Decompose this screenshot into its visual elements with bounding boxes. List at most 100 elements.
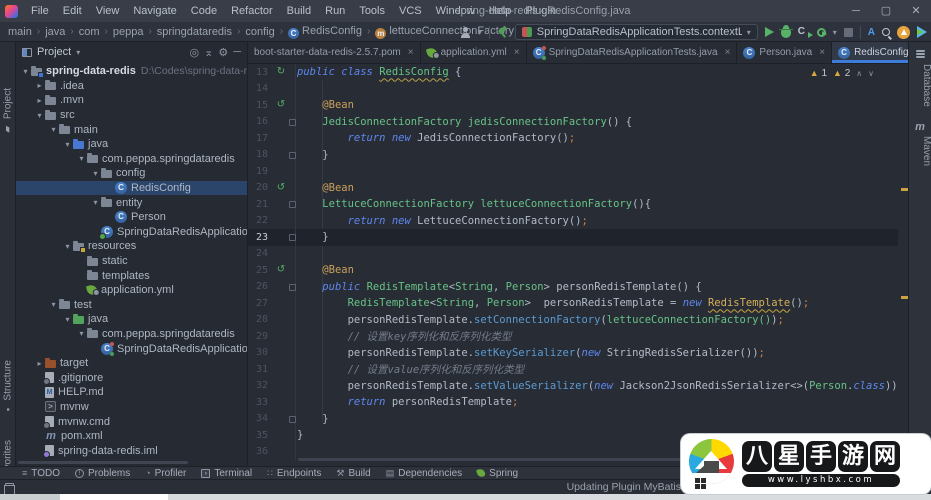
- code-line-19[interactable]: 19: [248, 163, 898, 180]
- code-line-23[interactable]: 23 }: [248, 229, 898, 246]
- fold-marker-icon[interactable]: [288, 279, 296, 296]
- stop-button[interactable]: [844, 28, 853, 37]
- tree-item-main[interactable]: ▾main: [16, 122, 247, 137]
- menu-build[interactable]: Build: [280, 5, 318, 17]
- code-line-17[interactable]: 17 return new JedisConnectionFactory();: [248, 130, 898, 147]
- breadcrumb-springdataredis[interactable]: springdataredis: [157, 26, 232, 38]
- tab-close-icon[interactable]: ×: [819, 47, 825, 58]
- toolwindow-toggle-icon[interactable]: [5, 483, 14, 491]
- menu-vcs[interactable]: VCS: [392, 5, 429, 17]
- tree-item-templates[interactable]: templates: [16, 268, 247, 283]
- run-button[interactable]: [765, 27, 774, 37]
- code-line-29[interactable]: 29 // 设置key序列化和反序列化类型: [248, 328, 898, 345]
- chevron-down-icon[interactable]: ▾: [34, 111, 45, 120]
- tree-item-mvn[interactable]: ▸.mvn: [16, 93, 247, 108]
- chevron-down-icon[interactable]: ▾: [90, 169, 101, 178]
- locate-file-icon[interactable]: ◎: [190, 46, 200, 59]
- menu-view[interactable]: View: [89, 5, 127, 17]
- coverage-button[interactable]: C: [798, 26, 810, 38]
- chevron-down-icon[interactable]: ▾: [62, 242, 73, 251]
- toolwindow-profiler[interactable]: ◔Profiler: [145, 468, 186, 479]
- toolwindow-build[interactable]: ⚒Build: [336, 468, 370, 479]
- tree-item-resources[interactable]: ▾resources: [16, 239, 247, 254]
- code-line-18[interactable]: 18 }: [248, 147, 898, 164]
- collapse-all-icon[interactable]: ⌅: [204, 46, 213, 59]
- tab-redisconfig-java[interactable]: CRedisConfig.java×: [832, 42, 908, 63]
- project-view-chevron-icon[interactable]: ▾: [76, 48, 80, 57]
- code-line-28[interactable]: 28 personRedisTemplate.setConnectionFact…: [248, 312, 898, 329]
- update-notification-icon[interactable]: [897, 26, 910, 39]
- close-button[interactable]: ✕: [901, 0, 931, 22]
- user-icon[interactable]: [460, 27, 471, 38]
- tree-item-person[interactable]: CPerson: [16, 210, 247, 225]
- toolwindow-terminal[interactable]: ›Terminal: [201, 468, 252, 479]
- tool-stripe-project[interactable]: ▰ Project: [0, 88, 16, 133]
- chevron-down-icon[interactable]: ▾: [20, 67, 31, 76]
- profiler-button[interactable]: [817, 28, 826, 37]
- toolwindow-spring[interactable]: Spring: [477, 468, 518, 479]
- tree-item-idea[interactable]: ▸.idea: [16, 79, 247, 94]
- menu-code[interactable]: Code: [184, 5, 224, 17]
- fold-marker-icon[interactable]: [288, 196, 296, 213]
- tree-item-application-yml[interactable]: application.yml: [16, 283, 247, 298]
- code-line-20[interactable]: 20↺ @Bean: [248, 180, 898, 197]
- tree-item-java[interactable]: ▾java: [16, 312, 247, 327]
- tree-item-redisconfig[interactable]: CRedisConfig: [16, 181, 247, 196]
- warning-stripe-mark[interactable]: [901, 296, 908, 299]
- warning-stripe-mark[interactable]: [901, 188, 908, 191]
- tree-item-gitignore[interactable]: .gitignore: [16, 370, 247, 385]
- tree-item-java[interactable]: ▾java: [16, 137, 247, 152]
- code-line-14[interactable]: 14: [248, 81, 898, 98]
- bean-gutter-icon[interactable]: ↺: [274, 100, 288, 110]
- tree-item-static[interactable]: static: [16, 254, 247, 269]
- tree-item-spring-data-redis-iml[interactable]: spring-data-redis.iml: [16, 443, 247, 458]
- code-line-13[interactable]: 13↻public class RedisConfig {: [248, 64, 898, 81]
- menu-navigate[interactable]: Navigate: [126, 5, 183, 17]
- tree-item-test[interactable]: ▾test: [16, 298, 247, 313]
- maximize-button[interactable]: ▢: [871, 0, 901, 22]
- build-hammer-icon[interactable]: [497, 27, 508, 38]
- tab-boot-starter-data-redis-2-5-7-pom[interactable]: boot-starter-data-redis-2.5.7.pom×: [248, 42, 421, 63]
- fold-marker-icon[interactable]: [288, 147, 296, 164]
- code-line-31[interactable]: 31 // 设置value序列化和反序列化类型: [248, 361, 898, 378]
- tree-item-com-peppa-springdataredis[interactable]: ▾com.peppa.springdataredis: [16, 327, 247, 342]
- tree-item-mvnw[interactable]: >mvnw: [16, 400, 247, 415]
- debug-button[interactable]: [781, 27, 791, 38]
- project-panel-title[interactable]: Project: [37, 46, 71, 58]
- code-line-30[interactable]: 30 personRedisTemplate.setKeySerializer(…: [248, 345, 898, 362]
- tree-item-src[interactable]: ▾src: [16, 108, 247, 123]
- code-line-15[interactable]: 15↺ @Bean: [248, 97, 898, 114]
- minimize-button[interactable]: ─: [841, 0, 871, 22]
- code-line-16[interactable]: 16 JedisConnectionFactory jedisConnectio…: [248, 114, 898, 131]
- spring-config-gutter-icon[interactable]: ↻: [274, 67, 288, 77]
- tab-springdataredisapplicationtests-java[interactable]: CSpringDataRedisApplicationTests.java×: [527, 42, 738, 63]
- code-line-21[interactable]: 21 LettuceConnectionFactory lettuceConne…: [248, 196, 898, 213]
- tab-person-java[interactable]: CPerson.java×: [737, 42, 832, 63]
- code-line-26[interactable]: 26 public RedisTemplate<String, Person> …: [248, 279, 898, 296]
- tab-application-yml[interactable]: application.yml×: [421, 42, 527, 63]
- breadcrumb-main[interactable]: main: [8, 26, 32, 38]
- breadcrumb-config[interactable]: config: [245, 26, 274, 38]
- toolwindow-todo[interactable]: ≡TODO: [22, 468, 60, 479]
- chevron-down-icon[interactable]: ▾: [76, 329, 87, 338]
- panel-settings-gear-icon[interactable]: ⚙: [218, 46, 228, 59]
- search-icon[interactable]: [882, 28, 890, 36]
- tree-item-entity[interactable]: ▾entity: [16, 195, 247, 210]
- fold-marker-icon[interactable]: [288, 114, 296, 131]
- chevron-right-icon[interactable]: ▸: [34, 359, 45, 368]
- code-line-24[interactable]: 24: [248, 246, 898, 263]
- chevron-right-icon[interactable]: ▸: [34, 96, 45, 105]
- user-dropdown-icon[interactable]: ▾: [478, 28, 482, 37]
- menu-refactor[interactable]: Refactor: [224, 5, 280, 17]
- tree-item-target[interactable]: ▸target: [16, 356, 247, 371]
- chevron-down-icon[interactable]: ▾: [62, 315, 73, 324]
- fold-marker-icon[interactable]: [288, 229, 296, 246]
- breadcrumb-class[interactable]: CRedisConfig: [288, 25, 362, 39]
- breadcrumb-java[interactable]: java: [45, 26, 65, 38]
- chevron-down-icon[interactable]: ▾: [62, 140, 73, 149]
- tree-item-springdataredisapplication[interactable]: CSpringDataRedisApplication: [16, 225, 247, 240]
- tool-stripe-database[interactable]: Database: [909, 64, 931, 107]
- fold-marker-icon[interactable]: [288, 411, 296, 428]
- code-line-25[interactable]: 25↺ @Bean: [248, 262, 898, 279]
- bean-gutter-icon[interactable]: ↺: [274, 183, 288, 193]
